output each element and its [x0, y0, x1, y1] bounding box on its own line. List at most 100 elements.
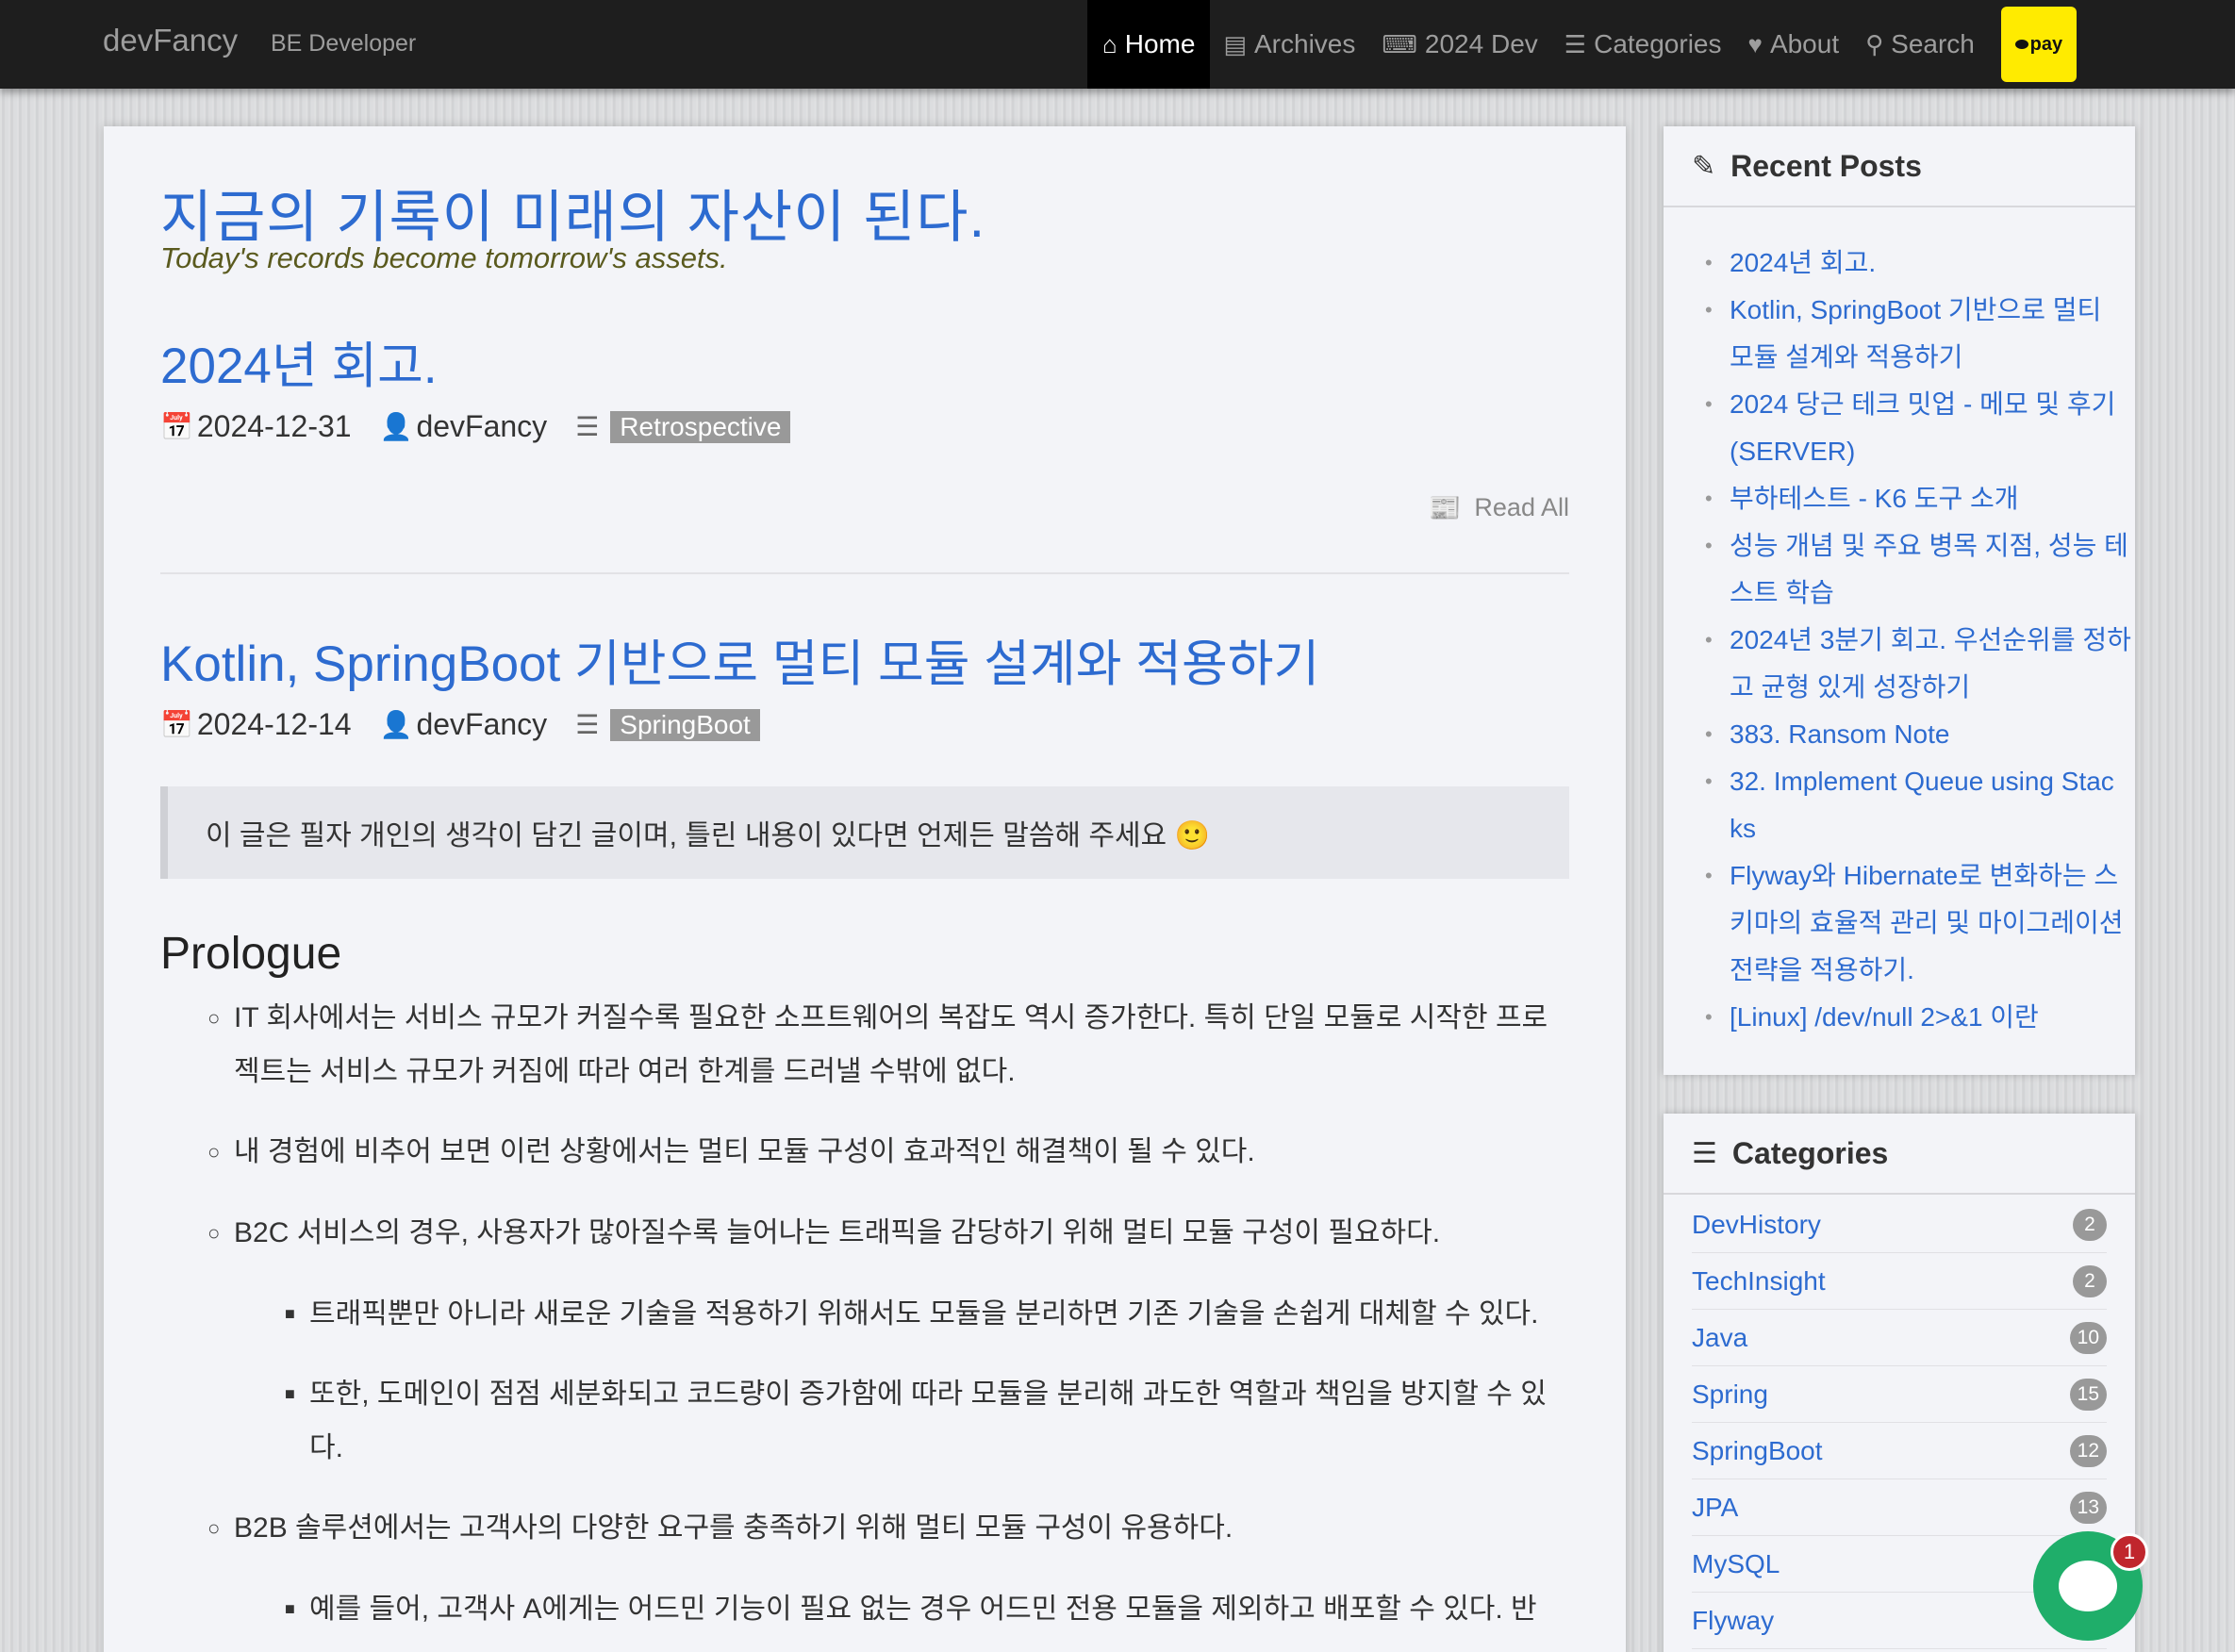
- user-icon: 👤: [379, 710, 413, 739]
- category-item[interactable]: JPA 13: [1692, 1479, 2107, 1536]
- recent-post-link[interactable]: • [Linux] /dev/null 2>&1 이란: [1705, 994, 2039, 1041]
- post-meta: 📅 2024-12-31 👤 devFancy ☰ Retrospective: [160, 409, 819, 444]
- recent-post-link[interactable]: • 성능 개념 및 주요 병목 지점, 성능 테스트 학습: [1705, 522, 2128, 617]
- bullet-icon: •: [1705, 1005, 1713, 1029]
- bullet-icon: ○: [207, 1140, 221, 1164]
- notice-blockquote: 이 글은 필자 개인의 생각이 담긴 글이며, 틀린 내용이 있다면 언제든 말…: [160, 786, 1569, 879]
- nav-categories[interactable]: ☰ Categories: [1551, 0, 1735, 89]
- pay-logo-icon: [2014, 40, 2028, 49]
- category-name: SpringBoot: [1692, 1435, 1823, 1465]
- pay-label: pay: [2029, 33, 2063, 55]
- list-icon: ☰: [575, 412, 600, 441]
- category-count-badge: 2: [2073, 1264, 2107, 1297]
- newspaper-icon: 📰: [1428, 493, 1462, 522]
- nav-archives[interactable]: ▤ Archives: [1210, 0, 1368, 89]
- category-item[interactable]: Spring 15: [1692, 1366, 2107, 1423]
- bullet-icon: •: [1705, 487, 1713, 510]
- nav-about-label: About: [1769, 29, 1840, 58]
- recent-post-line: 성능 개념 및 주요 병목 지점, 성능 테: [1730, 531, 2128, 560]
- list-item-line: 내 경험에 비추어 보면 이런 상황에서는 멀티 모듈 구성이 효과적인 해결책…: [234, 1136, 1255, 1167]
- heart-icon: ♥: [1747, 30, 1763, 58]
- category-item[interactable]: Java 10: [1692, 1310, 2107, 1366]
- bullet-icon: •: [1705, 769, 1713, 793]
- category-count-badge: 10: [2069, 1321, 2107, 1354]
- post-category: ☰ Retrospective: [575, 410, 791, 443]
- recent-post-line: 부하테스트 - K6 도구 소개: [1730, 484, 2019, 513]
- nav-archives-label: Archives: [1254, 29, 1356, 58]
- recent-post-link[interactable]: • 383. Ransom Note: [1705, 711, 1950, 758]
- bullet-icon: •: [1705, 298, 1713, 322]
- square-bullet-icon: ■: [285, 1304, 295, 1323]
- recent-posts-panel: ✎ Recent Posts • 2024년 회고. • Kotlin, Spring…: [1664, 126, 2135, 1075]
- recent-post-link[interactable]: • 부하테스트 - K6 도구 소개: [1705, 475, 2019, 522]
- bullet-icon: •: [1705, 392, 1713, 416]
- chat-launcher-button[interactable]: 1: [2033, 1531, 2148, 1641]
- nav-home[interactable]: ⌂ Home: [1087, 0, 1211, 89]
- bullet-icon: •: [1705, 534, 1713, 557]
- list-item-line: 트래픽뿐만 아니라 새로운 기술을 적용하기 위해서도 모듈을 분리하면 기존 …: [309, 1298, 1539, 1330]
- square-bullet-icon: ■: [285, 1599, 295, 1618]
- category-tag[interactable]: Retrospective: [610, 410, 791, 443]
- notification-badge: 1: [2111, 1533, 2148, 1571]
- edit-icon: ✎: [1692, 150, 1716, 182]
- category-item[interactable]: DevHistory 2: [1692, 1197, 2107, 1253]
- square-bullet-icon: ■: [285, 1384, 295, 1403]
- recent-post-line: 2024년 회고.: [1730, 248, 1877, 277]
- bullet-icon: ○: [207, 1006, 221, 1030]
- category-item[interactable]: SpringBoot 12: [1692, 1423, 2107, 1479]
- post-author: 👤 devFancy: [380, 409, 548, 444]
- list-item: ■ 예를 들어, 고객사 A에게는 어드민 기능이 필요 없는 경우 어드민 전용…: [285, 1582, 1537, 1636]
- recent-posts-title: Recent Posts: [1730, 148, 1922, 183]
- nav-search-label: Search: [1891, 29, 1975, 58]
- nav-2024-dev[interactable]: ⌨ 2024 Dev: [1368, 0, 1550, 89]
- post-divider: [160, 572, 1569, 574]
- recent-post-link[interactable]: • Flyway와 Hibernate로 변화하는 스 키마의 효율적 관리 및 마…: [1705, 852, 2124, 994]
- recent-post-line: 모듈 설계와 적용하기: [1730, 342, 1963, 372]
- post-title[interactable]: Kotlin, SpringBoot 기반으로 멀티 모듈 설계와 적용하기: [160, 624, 1319, 696]
- recent-post-link[interactable]: • 2024년 회고.: [1705, 240, 1877, 287]
- post-author: 👤 devFancy: [380, 707, 548, 742]
- recent-post-link[interactable]: • 2024년 3분기 회고. 우선순위를 정하 고 균형 있게 성장하기: [1705, 617, 2131, 711]
- recent-post-link[interactable]: • 2024 당근 테크 밋업 - 메모 및 후기 (SERVER): [1705, 381, 2115, 475]
- category-tag[interactable]: SpringBoot: [610, 708, 760, 741]
- recent-post-line: 고 균형 있게 성장하기: [1730, 672, 1971, 702]
- list-icon: ☰: [575, 710, 600, 739]
- recent-post-line: 키마의 효율적 관리 및 마이그레이션: [1730, 908, 2124, 937]
- recent-post-line: Flyway와 Hibernate로 변화하는 스: [1730, 861, 2119, 890]
- recent-post-link[interactable]: • Kotlin, SpringBoot 기반으로 멀티모듈 설계와 적용하기: [1705, 287, 2102, 381]
- category-name: TechInsight: [1692, 1265, 1826, 1296]
- category-name: Java: [1692, 1322, 1748, 1352]
- category-item[interactable]: TechInsight 2: [1692, 1253, 2107, 1310]
- list-item: ○ IT 회사에서는 서비스 규모가 커질수록 필요한 소프트웨어의 복잡도 역시…: [207, 991, 1548, 1099]
- category-name: JPA: [1692, 1492, 1739, 1522]
- recent-post-line: Kotlin, SpringBoot 기반으로 멀티: [1730, 295, 2102, 324]
- chat-bubble-icon: [2059, 1561, 2117, 1611]
- list-item-line: B2B 솔루션에서는 고객사의 다양한 요구를 충족하기 위해 멀티 모듈 구성…: [234, 1512, 1233, 1544]
- post-meta: 📅 2024-12-14 👤 devFancy ☰ SpringBoot: [160, 707, 788, 742]
- nav-about[interactable]: ♥ About: [1735, 0, 1853, 89]
- list-item: ○ B2B 솔루션에서는 고객사의 다양한 요구를 충족하기 위해 멀티 모듈 구…: [207, 1501, 1233, 1555]
- top-navbar: devFancy BE Developer ⌂ Home ▤ Archives ⌨ 2…: [0, 0, 2235, 89]
- archive-icon: ▤: [1223, 30, 1247, 58]
- kakaopay-button[interactable]: pay: [2000, 7, 2077, 82]
- site-subtitle: Today's records become tomorrow's assets…: [160, 241, 728, 274]
- post-title[interactable]: 2024년 회고.: [160, 326, 438, 398]
- post-date-text: 2024-12-14: [196, 707, 352, 741]
- list-item-line: IT 회사에서는 서비스 규모가 커질수록 필요한 소프트웨어의 복잡도 역시 …: [234, 1002, 1548, 1033]
- list-icon: ☰: [1564, 30, 1587, 58]
- category-name: Flyway: [1692, 1605, 1775, 1635]
- recent-post-line: 383. Ransom Note: [1730, 719, 1950, 749]
- recent-post-line: 32. Implement Queue using Stac: [1730, 767, 2114, 796]
- recent-post-line: ks: [1730, 814, 1756, 843]
- recent-post-line: 스트 학습: [1730, 578, 1834, 607]
- brand-link[interactable]: devFancy: [103, 23, 238, 58]
- read-all-link[interactable]: 📰 Read All: [1429, 492, 1569, 523]
- category-name: DevHistory: [1692, 1209, 1821, 1239]
- nav-search[interactable]: ⚲ Search: [1852, 0, 1988, 89]
- nav-categories-label: Categories: [1594, 29, 1722, 58]
- recent-post-link[interactable]: • 32. Implement Queue using Stac ks: [1705, 758, 2114, 852]
- home-icon: ⌂: [1102, 30, 1118, 58]
- bullet-icon: ○: [207, 1221, 221, 1245]
- main-content: 지금의 기록이 미래의 자산이 된다. Today's records beco…: [104, 126, 1626, 1652]
- nav-2024-dev-label: 2024 Dev: [1424, 29, 1538, 58]
